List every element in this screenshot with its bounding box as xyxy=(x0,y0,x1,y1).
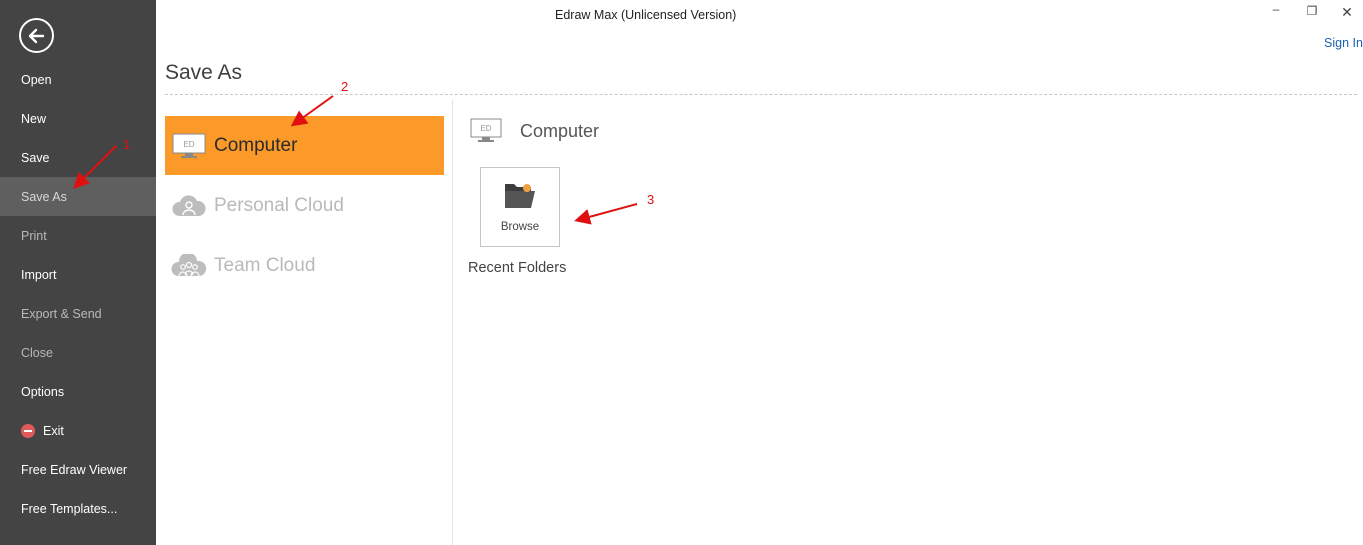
nav-label: Save xyxy=(21,150,50,165)
minimize-button[interactable]: – xyxy=(1268,2,1284,16)
nav-options[interactable]: Options xyxy=(0,372,156,411)
nav-export-send[interactable]: Export & Send xyxy=(0,294,156,333)
location-personal-cloud[interactable]: Personal Cloud xyxy=(165,176,444,235)
nav-label: Export & Send xyxy=(21,306,102,321)
computer-section-header: ED Computer xyxy=(470,118,599,144)
location-label: Computer xyxy=(214,134,298,156)
nav-label: Save As xyxy=(21,189,67,204)
team-cloud-icon xyxy=(171,252,207,280)
back-button[interactable] xyxy=(19,18,54,53)
nav-free-edraw-viewer[interactable]: Free Edraw Viewer xyxy=(0,450,156,489)
exit-icon xyxy=(21,423,35,438)
browse-button[interactable]: Browse xyxy=(480,167,560,247)
sign-in-link[interactable]: Sign In xyxy=(1324,36,1363,50)
nav-new[interactable]: New xyxy=(0,99,156,138)
close-button[interactable]: ✕ xyxy=(1339,4,1355,21)
backstage-nav: Open New Save Save As Print Import Expor… xyxy=(0,60,156,528)
monitor-badge: ED xyxy=(183,140,194,149)
nav-free-templates[interactable]: Free Templates... xyxy=(0,489,156,528)
location-team-cloud[interactable]: Team Cloud xyxy=(165,236,444,295)
nav-close[interactable]: Close xyxy=(0,333,156,372)
browse-label: Browse xyxy=(500,221,540,233)
back-arrow-icon xyxy=(28,28,44,43)
computer-monitor-icon: ED xyxy=(470,118,502,142)
nav-label: Free Edraw Viewer xyxy=(21,462,128,477)
recent-folders-heading: Recent Folders xyxy=(468,260,567,276)
location-label: Team Cloud xyxy=(214,254,316,276)
nav-print[interactable]: Print xyxy=(0,216,156,255)
nav-label: Options xyxy=(21,384,65,399)
nav-save[interactable]: Save xyxy=(0,138,156,177)
nav-label: Exit xyxy=(43,423,64,438)
location-label: Personal Cloud xyxy=(214,194,344,216)
nav-save-as[interactable]: Save As xyxy=(0,177,156,216)
nav-label: Free Templates... xyxy=(21,501,118,516)
panel-divider xyxy=(452,100,453,545)
nav-label: Open xyxy=(21,72,52,87)
page-title: Save As xyxy=(165,61,243,84)
annotation-label-1: 1 xyxy=(123,137,131,152)
nav-label: Close xyxy=(21,345,53,360)
nav-import[interactable]: Import xyxy=(0,255,156,294)
nav-label: Print xyxy=(21,228,47,243)
nav-open[interactable]: Open xyxy=(0,60,156,99)
restore-button[interactable]: ❐ xyxy=(1304,4,1320,18)
edraw-backstage-window: Open New Save Save As Print Import Expor… xyxy=(0,0,1363,545)
annotation-label-3: 3 xyxy=(647,192,655,207)
save-location-list: ED Computer Personal Cloud Team Cloud xyxy=(165,116,444,296)
nav-exit[interactable]: Exit xyxy=(0,411,156,450)
annotation-label-2: 2 xyxy=(341,79,349,94)
nav-label: New xyxy=(21,111,47,126)
section-heading: Computer xyxy=(520,120,600,141)
computer-monitor-icon: ED xyxy=(171,132,207,160)
monitor-badge: ED xyxy=(480,124,491,133)
personal-cloud-icon xyxy=(171,192,207,220)
location-computer[interactable]: ED Computer xyxy=(165,116,444,175)
title-divider xyxy=(165,94,1357,95)
backstage-sidebar: Open New Save Save As Print Import Expor… xyxy=(0,0,156,545)
folder-icon xyxy=(505,184,535,208)
annotation-arrow-3 xyxy=(574,203,638,225)
window-title: Edraw Max (Unlicensed Version) xyxy=(555,8,737,22)
nav-label: Import xyxy=(21,267,57,282)
